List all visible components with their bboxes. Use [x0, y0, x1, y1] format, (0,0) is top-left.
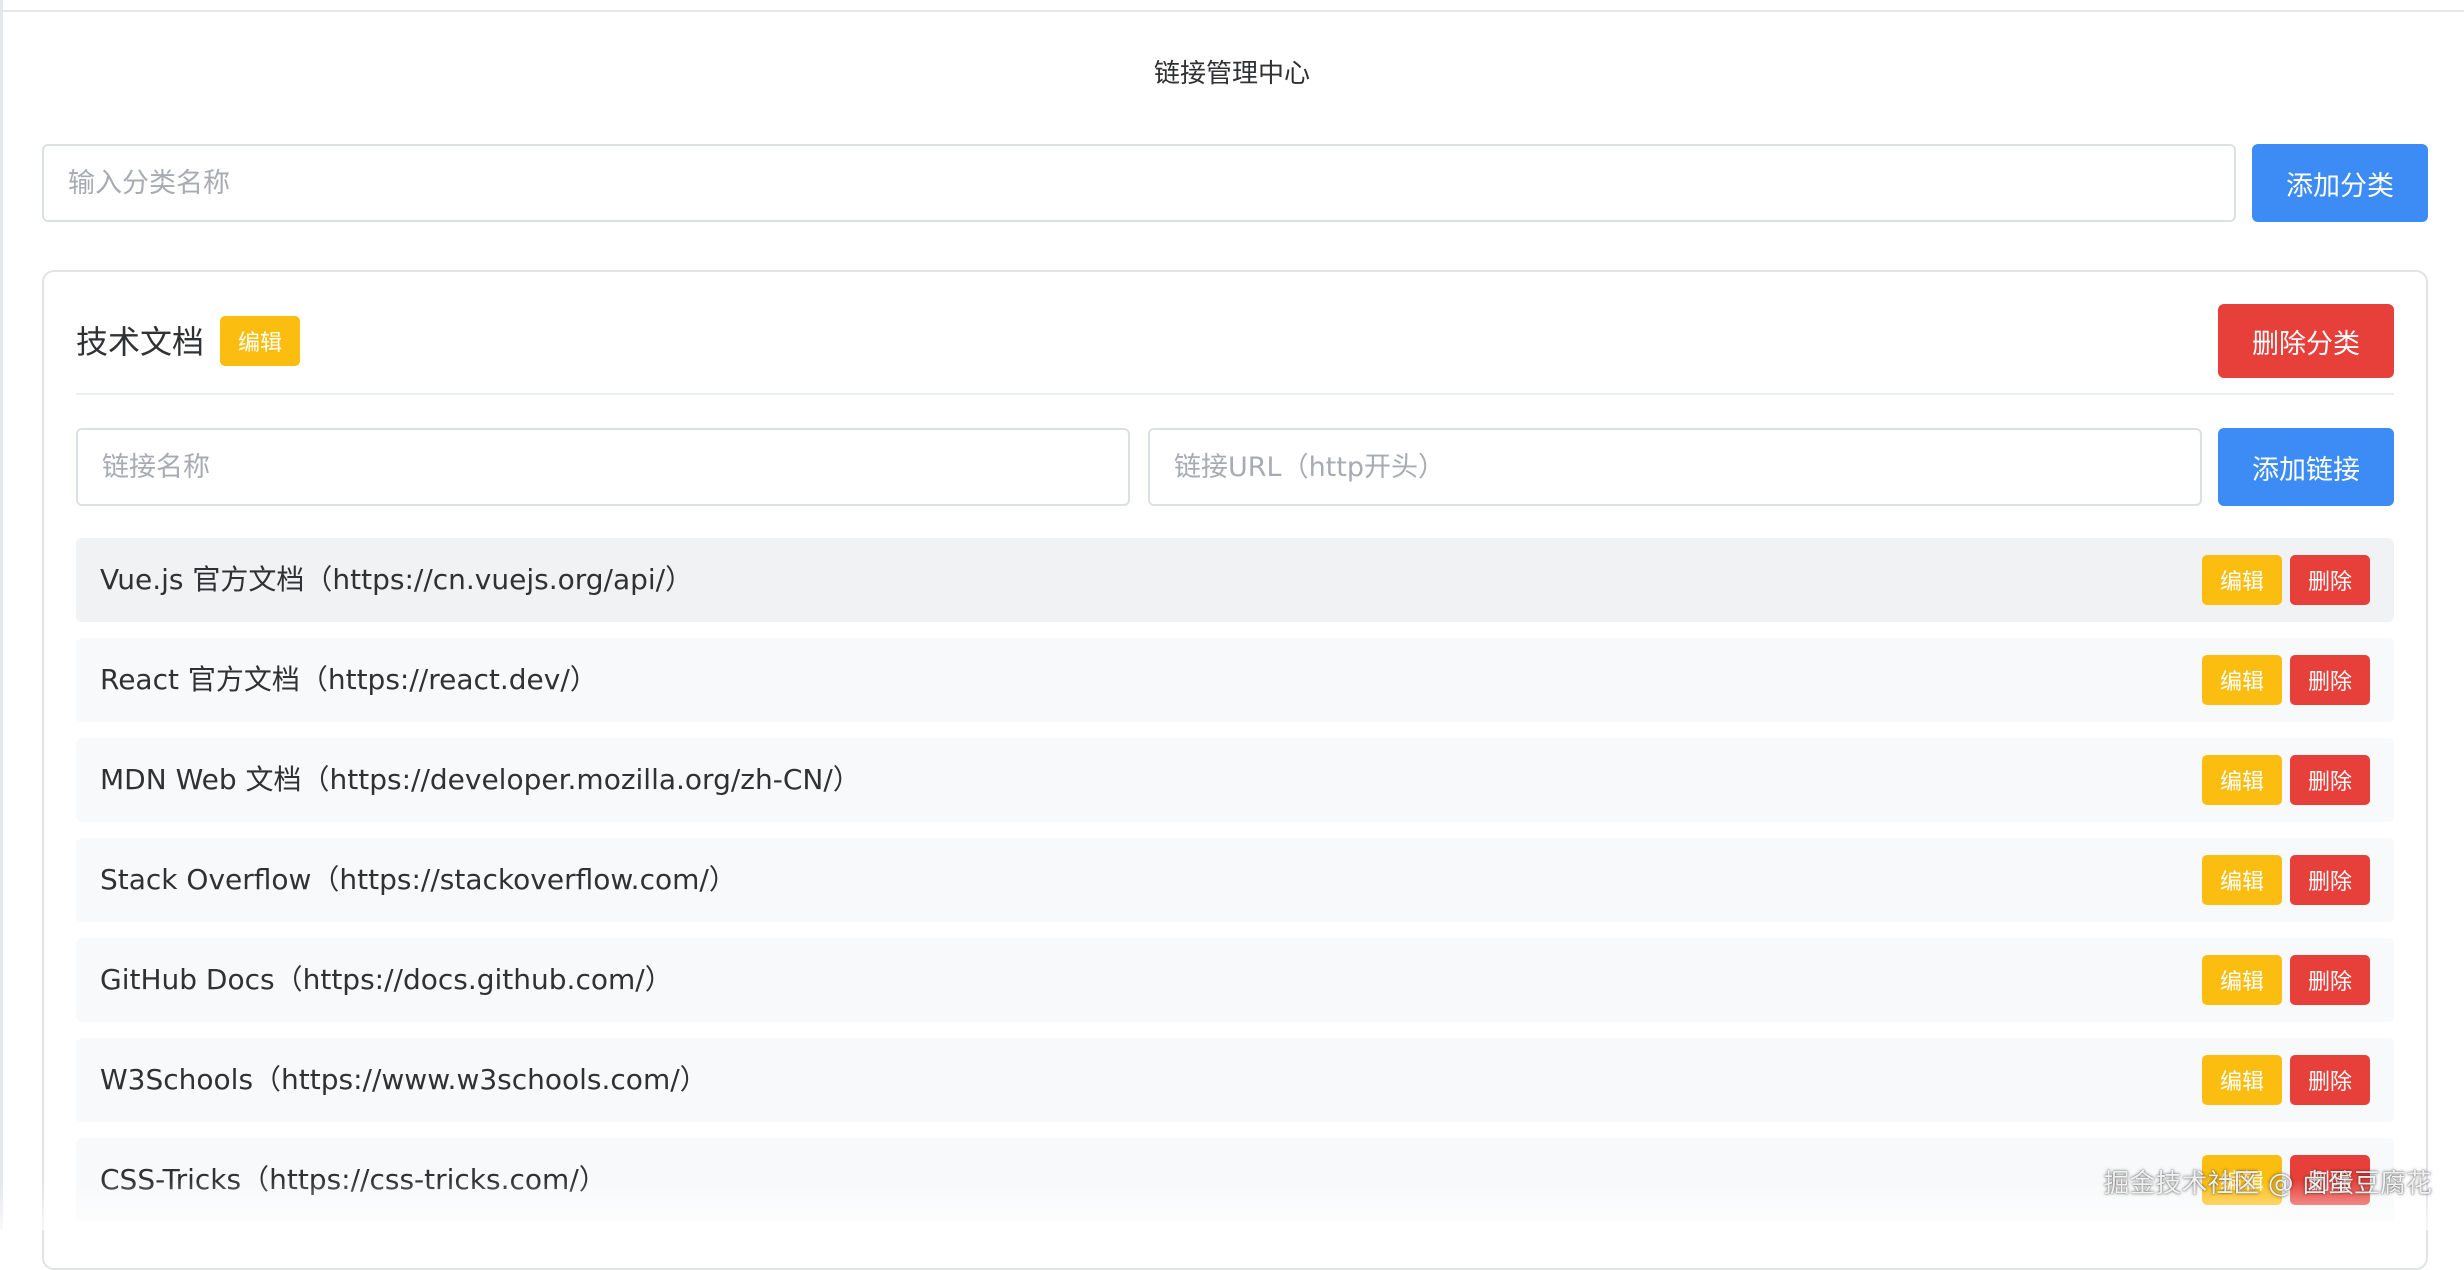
- window-left-border: [0, 0, 3, 1230]
- link-text[interactable]: W3Schools（https://www.w3schools.com/）: [100, 1038, 708, 1122]
- link-text[interactable]: Vue.js 官方文档（https://cn.vuejs.org/api/）: [100, 538, 693, 622]
- delete-link-button[interactable]: 删除: [2290, 955, 2370, 1005]
- watermark: 掘金技术社区 @ 卤蛋豆腐花: [2103, 1169, 2432, 1199]
- edit-link-button[interactable]: 编辑: [2202, 955, 2282, 1005]
- link-name-input[interactable]: [76, 428, 1130, 506]
- edit-link-button[interactable]: 编辑: [2202, 555, 2282, 605]
- add-category-button[interactable]: 添加分类: [2252, 144, 2428, 222]
- link-text[interactable]: Stack Overflow（https://stackoverflow.com…: [100, 838, 737, 922]
- link-row: Stack Overflow（https://stackoverflow.com…: [76, 838, 2394, 922]
- link-url-input[interactable]: [1148, 428, 2202, 506]
- delete-link-button[interactable]: 删除: [2290, 555, 2370, 605]
- link-text[interactable]: React 官方文档（https://react.dev/）: [100, 638, 598, 722]
- add-link-button[interactable]: 添加链接: [2218, 428, 2394, 506]
- category-name-input[interactable]: [42, 144, 2236, 222]
- link-text[interactable]: MDN Web 文档（https://developer.mozilla.org…: [100, 738, 861, 822]
- link-row: React 官方文档（https://react.dev/） 编辑 删除: [76, 638, 2394, 722]
- edit-link-button[interactable]: 编辑: [2202, 755, 2282, 805]
- delete-link-button[interactable]: 删除: [2290, 755, 2370, 805]
- link-row: CSS-Tricks（https://css-tricks.com/） 编辑 删…: [76, 1138, 2394, 1222]
- edit-link-button[interactable]: 编辑: [2202, 655, 2282, 705]
- delete-link-button[interactable]: 删除: [2290, 855, 2370, 905]
- link-row: Vue.js 官方文档（https://cn.vuejs.org/api/） 编…: [76, 538, 2394, 622]
- link-row: GitHub Docs（https://docs.github.com/） 编辑…: [76, 938, 2394, 1022]
- delete-category-button[interactable]: 删除分类: [2218, 304, 2394, 378]
- link-row: MDN Web 文档（https://developer.mozilla.org…: [76, 738, 2394, 822]
- delete-link-button[interactable]: 删除: [2290, 655, 2370, 705]
- edit-link-button[interactable]: 编辑: [2202, 1055, 2282, 1105]
- category-header-divider: [76, 393, 2394, 395]
- category-title: 技术文档: [76, 323, 205, 361]
- edit-link-button[interactable]: 编辑: [2202, 855, 2282, 905]
- window-top-border: [0, 0, 2464, 12]
- edit-category-button[interactable]: 编辑: [220, 316, 300, 366]
- page-title: 链接管理中心: [1153, 59, 1310, 89]
- link-text[interactable]: CSS-Tricks（https://css-tricks.com/）: [100, 1138, 607, 1222]
- link-row: W3Schools（https://www.w3schools.com/） 编辑…: [76, 1038, 2394, 1122]
- delete-link-button[interactable]: 删除: [2290, 1055, 2370, 1105]
- link-text[interactable]: GitHub Docs（https://docs.github.com/）: [100, 938, 673, 1022]
